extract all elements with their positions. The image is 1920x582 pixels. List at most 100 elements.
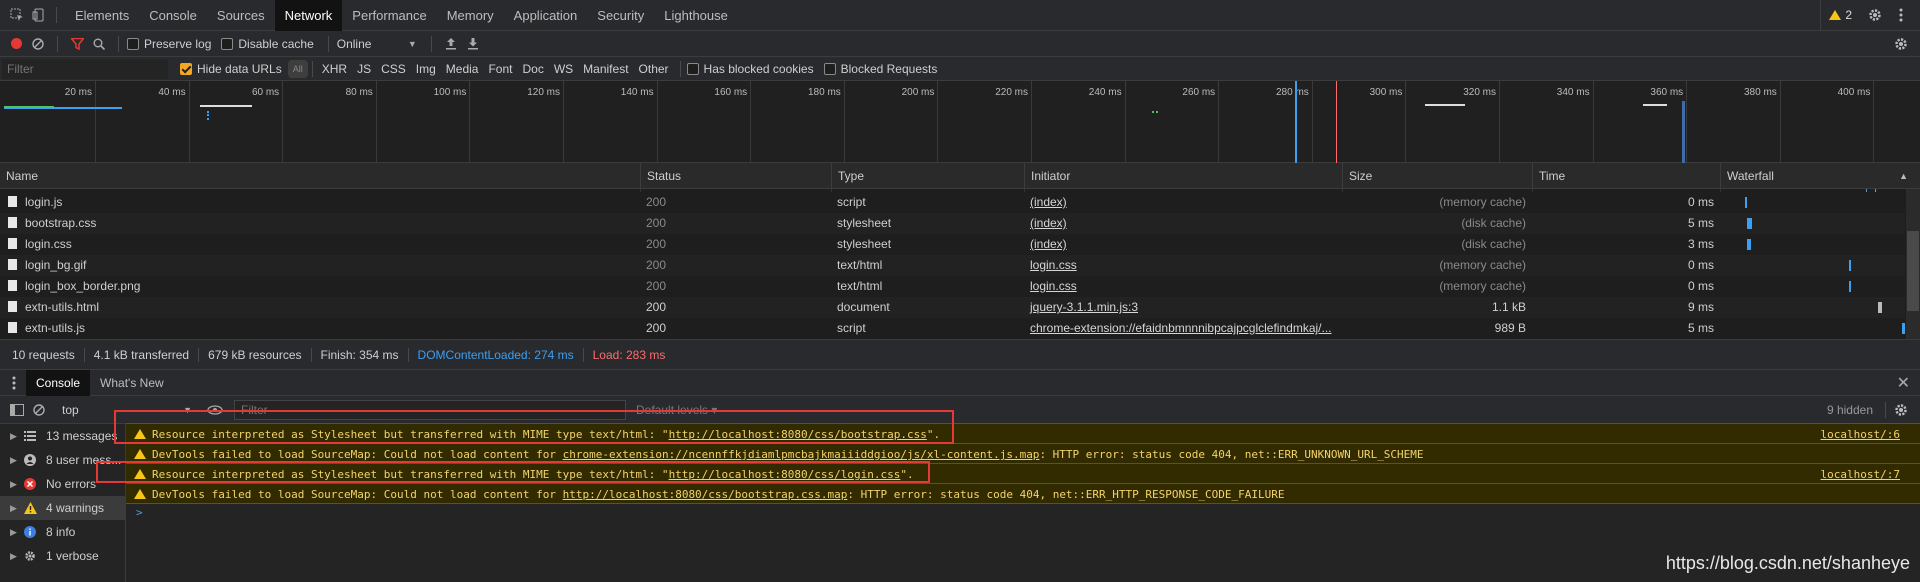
filter-type-ws[interactable]: WS <box>549 62 578 76</box>
column-type[interactable]: Type <box>831 163 1024 189</box>
warnings-counter[interactable]: 2 <box>1820 0 1860 31</box>
filter-type-css[interactable]: CSS <box>376 62 411 76</box>
filter-type-xhr[interactable]: XHR <box>317 62 352 76</box>
initiator-link[interactable]: (index) <box>1030 237 1067 251</box>
disable-cache-check[interactable] <box>221 37 234 50</box>
tab-performance[interactable]: Performance <box>342 0 436 31</box>
tab-memory[interactable]: Memory <box>437 0 504 31</box>
initiator-link[interactable]: (index) <box>1030 195 1067 209</box>
initiator-link[interactable]: chrome-extension://efaidnbmnnnibpcajpcgl… <box>1030 321 1332 335</box>
column-initiator[interactable]: Initiator <box>1024 163 1342 189</box>
inspect-element-icon[interactable] <box>6 4 28 26</box>
network-overview-timeline[interactable]: 20 ms 40 ms 60 ms 80 ms 100 ms 120 ms 140 ms 16… <box>0 81 1920 163</box>
expand-arrow-icon[interactable]: ▶ <box>10 496 22 520</box>
table-row[interactable]: login.js 200 script (index) (memory cache) 0 … <box>0 192 1905 213</box>
search-button[interactable] <box>88 33 110 55</box>
sidebar-item-info[interactable]: ▶ 8 info <box>0 520 125 544</box>
console-prompt[interactable]: > <box>126 504 1920 522</box>
tab-network[interactable]: Network <box>274 0 343 31</box>
expand-arrow-icon[interactable]: ▶ <box>10 544 22 568</box>
filter-type-other[interactable]: Other <box>634 62 674 76</box>
filter-type-font[interactable]: Font <box>483 62 517 76</box>
cell-initiator[interactable]: chrome-extension://efaidnbmnnnibpcajpcgl… <box>1024 318 1342 339</box>
filter-toggle-button[interactable] <box>66 33 88 55</box>
close-drawer-icon[interactable]: ✕ <box>1897 373 1910 393</box>
record-button[interactable] <box>5 33 27 55</box>
initiator-link[interactable]: login.css <box>1030 258 1077 272</box>
timeline-gridline <box>188 81 190 163</box>
filter-type-all[interactable]: All <box>287 59 308 78</box>
hide-data-urls-checkbox[interactable]: Hide data URLs <box>180 62 282 76</box>
column-waterfall[interactable]: Waterfall ▲ <box>1720 163 1920 189</box>
drawer-tab-whats-new[interactable]: What's New <box>90 370 174 396</box>
preserve-log-check[interactable] <box>127 37 139 50</box>
cell-initiator[interactable]: jquery-3.1.1.min.js:3 <box>1024 297 1342 318</box>
filter-type-manifest[interactable]: Manifest <box>578 62 633 76</box>
cell-initiator[interactable]: login.css <box>1024 276 1342 297</box>
network-settings-button[interactable] <box>1890 33 1912 55</box>
sidebar-item-warning[interactable]: ▶ 4 warnings <box>0 496 125 520</box>
message-source-link[interactable]: localhost/:6 <box>1821 424 1900 443</box>
clear-console-button[interactable] <box>28 399 50 421</box>
table-row[interactable]: login.css 200 stylesheet (index) (disk cache… <box>0 234 1905 255</box>
drawer-tab-console[interactable]: Console <box>26 369 91 396</box>
table-row[interactable]: bootstrap.css 200 stylesheet (index) (disk c… <box>0 213 1905 234</box>
blocked-cookies-check[interactable] <box>686 62 699 75</box>
gear-icon[interactable] <box>1864 4 1886 26</box>
drawer-menu-icon[interactable] <box>6 372 22 394</box>
table-row[interactable]: extn-utils.html 200 document jquery-3.1.1.m… <box>0 297 1905 318</box>
tab-console[interactable]: Console <box>139 0 207 31</box>
expand-arrow-icon[interactable]: ▶ <box>10 520 22 544</box>
filter-type-doc[interactable]: Doc <box>517 62 548 76</box>
cell-initiator[interactable]: login.css <box>1024 255 1342 276</box>
filter-type-img[interactable]: Img <box>411 62 441 76</box>
message-source-link[interactable]: localhost/:7 <box>1821 464 1900 483</box>
more-options-icon[interactable] <box>1890 4 1912 26</box>
clear-button[interactable] <box>27 33 49 55</box>
message-link[interactable]: http://localhost:8080/css/bootstrap.css.… <box>563 488 848 501</box>
column-name[interactable]: Name <box>0 163 640 189</box>
blocked-requests-check[interactable] <box>823 62 836 75</box>
tab-security[interactable]: Security <box>587 0 654 31</box>
tab-lighthouse[interactable]: Lighthouse <box>654 0 738 31</box>
blocked-requests-checkbox[interactable]: Blocked Requests <box>823 62 937 76</box>
expand-arrow-icon[interactable]: ▶ <box>10 448 22 472</box>
cell-initiator[interactable]: (index) <box>1024 192 1342 213</box>
filter-type-media[interactable]: Media <box>441 62 484 76</box>
blocked-cookies-checkbox[interactable]: Has blocked cookies <box>686 62 814 76</box>
tab-elements[interactable]: Elements <box>65 0 139 31</box>
initiator-link[interactable]: (index) <box>1030 216 1067 230</box>
filter-type-js[interactable]: JS <box>352 62 376 76</box>
expand-arrow-icon[interactable]: ▶ <box>10 424 22 448</box>
preserve-log-checkbox[interactable]: Preserve log <box>127 37 211 51</box>
sidebar-item-verbose[interactable]: ▶ 1 verbose <box>0 544 125 568</box>
initiator-link[interactable]: login.css <box>1030 279 1077 293</box>
device-toolbar-icon[interactable] <box>28 4 50 26</box>
summary-dom-content-loaded: DOMContentLoaded: 274 ms <box>409 347 584 362</box>
scrollbar-thumb[interactable] <box>1907 231 1919 311</box>
filter-input[interactable] <box>2 58 168 79</box>
initiator-link[interactable]: jquery-3.1.1.min.js:3 <box>1030 300 1138 314</box>
table-row[interactable]: login_bg.gif 200 text/html login.css (memory… <box>0 255 1905 276</box>
table-row[interactable]: extn-utils.js 200 script chrome-extension:/… <box>0 318 1905 339</box>
column-size[interactable]: Size <box>1342 163 1532 189</box>
hide-data-urls-check[interactable] <box>180 62 192 75</box>
export-har-button[interactable] <box>462 33 484 55</box>
cell-initiator[interactable]: (index) <box>1024 234 1342 255</box>
sidebar-item-list[interactable]: ▶ 13 messages <box>0 424 125 448</box>
tab-application[interactable]: Application <box>504 0 588 31</box>
message-link[interactable]: chrome-extension://ncennffkjdiamlpmcbajk… <box>563 448 1040 461</box>
cell-initiator[interactable]: (index) <box>1024 213 1342 234</box>
table-row[interactable]: login_box_border.png 200 text/html login.cs… <box>0 276 1905 297</box>
column-status[interactable]: Status <box>640 163 831 189</box>
table-scrollbar[interactable] <box>1906 189 1920 339</box>
expand-arrow-icon[interactable]: ▶ <box>10 472 22 496</box>
toggle-sidebar-button[interactable] <box>6 399 28 421</box>
disable-cache-checkbox[interactable]: Disable cache <box>221 37 314 51</box>
throttling-select[interactable]: Online ▼ <box>337 37 417 51</box>
sidebar-item-label: 4 warnings <box>46 501 105 515</box>
console-settings-button[interactable] <box>1890 399 1912 421</box>
column-time[interactable]: Time <box>1532 163 1720 189</box>
import-har-button[interactable] <box>440 33 462 55</box>
tab-sources[interactable]: Sources <box>207 0 275 31</box>
